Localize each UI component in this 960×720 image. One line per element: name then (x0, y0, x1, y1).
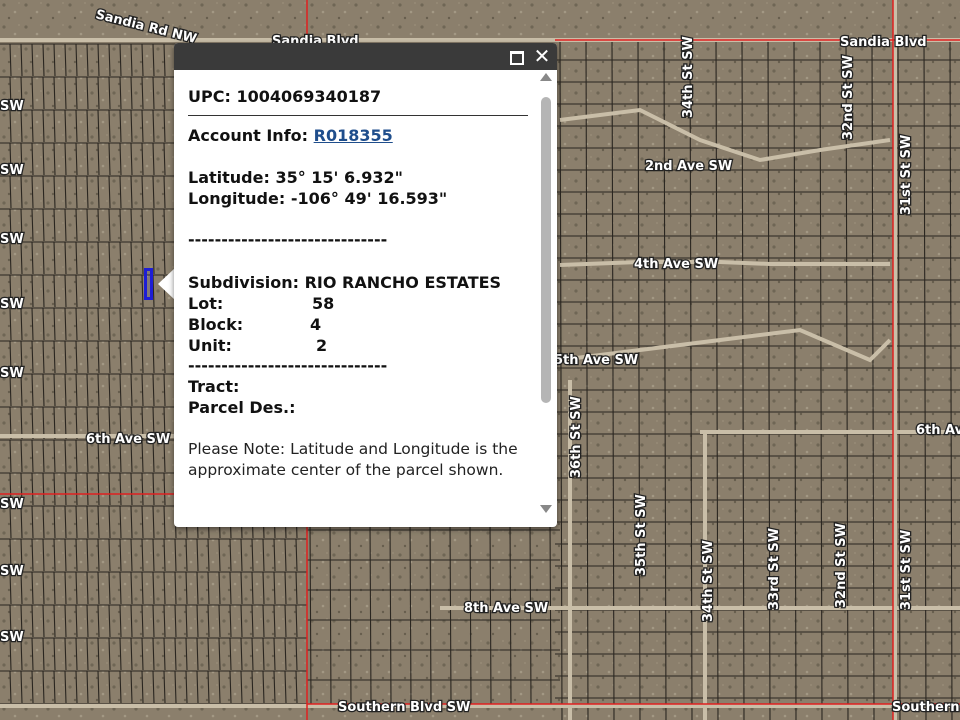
block-value: 4 (310, 315, 322, 334)
street-label: 2nd Ave SW (645, 159, 732, 174)
street-label: SW (0, 163, 24, 178)
street-label: 32nd St SW (841, 55, 856, 140)
street-label: Southern (892, 700, 960, 715)
longitude-value: -106° 49' 16.593" (290, 189, 448, 208)
longitude-line: Longitude: -106° 49' 16.593" (188, 189, 447, 208)
popup-content: UPC: 1004069340187 Account Info: R018355… (188, 70, 529, 527)
street-label: SW (0, 99, 24, 114)
street-label: 33rd St SW (767, 528, 782, 610)
divider (188, 115, 528, 116)
parcel-des-line: Parcel Des.: (188, 398, 301, 417)
lot-value: 58 (312, 294, 335, 313)
street-label: 32nd St SW (834, 523, 849, 608)
scroll-up-icon[interactable] (540, 73, 552, 81)
block-line: Block: 4 (188, 315, 321, 334)
street-label: SW (0, 564, 24, 579)
latitude-label: Latitude: (188, 168, 270, 187)
account-link[interactable]: R018355 (314, 126, 393, 145)
street-label: 35th St SW (634, 494, 649, 576)
longitude-label: Longitude: (188, 189, 286, 208)
subdivision-label: Subdivision: (188, 273, 300, 292)
account-label: Account Info: (188, 126, 309, 145)
street-label: Sandia Blvd (840, 35, 927, 50)
maximize-icon[interactable] (507, 47, 525, 65)
coordinate-note: Please Note: Latitude and Longitude is t… (188, 440, 518, 479)
unit-label: Unit: (188, 336, 232, 355)
street-label: 36th St SW (569, 396, 584, 478)
latitude-value: 35° 15' 6.932" (275, 168, 403, 187)
upc-line: UPC: 1004069340187 (188, 87, 381, 106)
street-label: SW (0, 497, 24, 512)
upc-label: UPC: (188, 87, 231, 106)
tract-line: Tract: (188, 377, 245, 396)
street-label: 31st St SW (899, 135, 914, 215)
street-label: SW (0, 630, 24, 645)
street-label: SW (0, 297, 24, 312)
subdivision-line: Subdivision: RIO RANCHO ESTATES (188, 273, 501, 292)
street-label: 34th St SW (681, 36, 696, 118)
upc-value: 1004069340187 (236, 87, 382, 106)
scroll-down-icon[interactable] (540, 505, 552, 513)
unit-value: 2 (316, 336, 328, 355)
street-label: 6th Ave (916, 423, 960, 438)
popup-titlebar[interactable]: ✕ (174, 43, 557, 70)
lot-label: Lot: (188, 294, 224, 313)
street-label: 31st St SW (899, 530, 914, 610)
latitude-line: Latitude: 35° 15' 6.932" (188, 168, 403, 187)
tract-label: Tract: (188, 377, 240, 396)
street-label: SW (0, 232, 24, 247)
street-label: 5th Ave SW (554, 353, 638, 368)
separator: ------------------------------ (188, 356, 388, 375)
unit-line: Unit: 2 (188, 336, 327, 355)
scroll-thumb[interactable] (541, 97, 551, 403)
selected-parcel-highlight[interactable] (144, 268, 153, 300)
popup-pointer (158, 268, 175, 300)
lot-line: Lot: 58 (188, 294, 334, 313)
street-label: 34th St SW (701, 540, 716, 622)
block-label: Block: (188, 315, 244, 334)
street-label: 4th Ave SW (634, 257, 718, 272)
close-icon[interactable]: ✕ (533, 46, 551, 66)
street-label: 8th Ave SW (464, 601, 548, 616)
separator: ------------------------------ (188, 230, 388, 249)
subdivision-value: RIO RANCHO ESTATES (304, 273, 502, 292)
parcel-des-label: Parcel Des.: (188, 398, 296, 417)
street-label: 6th Ave SW (86, 432, 170, 447)
parcel-info-popup: ✕ UPC: 1004069340187 Account Info: R0183… (174, 43, 557, 527)
popup-scrollbar[interactable] (539, 73, 553, 519)
account-line: Account Info: R018355 (188, 126, 393, 145)
street-label: Southern Blvd SW (338, 700, 470, 715)
street-label: SW (0, 366, 24, 381)
